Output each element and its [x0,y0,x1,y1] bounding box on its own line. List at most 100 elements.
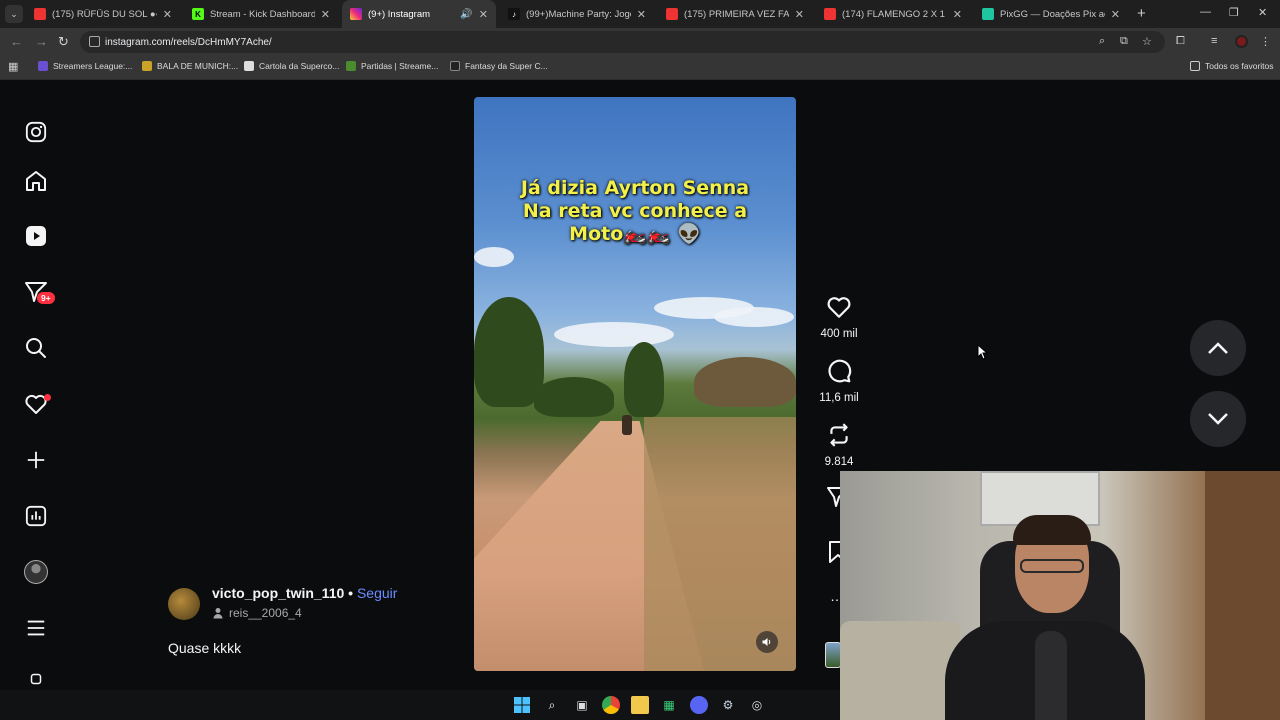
tab-search-button[interactable]: ⌄ [5,5,23,23]
palm-tree [474,297,544,407]
tab-kick[interactable]: K Stream - Kick Dashboard ✕ [184,0,338,28]
bookmark-item[interactable]: Fantasy da Super C... [450,61,548,71]
close-icon[interactable]: ✕ [321,8,330,21]
audio-thumbnail[interactable] [825,642,841,668]
comment-count: 11,6 mil [819,392,859,404]
hillside [694,357,796,407]
instagram-logo-icon[interactable] [22,118,50,146]
pixgg-icon [982,8,994,20]
window-close-icon[interactable]: ✕ [1258,6,1267,19]
microphone [1035,631,1067,720]
tab-rufus[interactable]: (175) RÜFÜS DU SOL ●● Innerbloom ✕ [26,0,180,28]
volume-button[interactable] [756,631,778,653]
tab-title: (175) RÜFÜS DU SOL ●● Innerbloom [52,8,157,20]
more-menu-icon[interactable] [22,614,50,642]
back-icon[interactable]: ← [10,34,23,49]
author-avatar[interactable] [168,588,200,620]
all-bookmarks-button[interactable]: Todos os favoritos [1190,61,1274,71]
audio-attribution[interactable]: reis__2006_4 [212,606,302,620]
profile-avatar[interactable] [1235,35,1248,48]
instagram-icon [350,8,362,20]
close-icon[interactable]: ✕ [1111,8,1120,21]
bookmark-item[interactable]: Streamers League:... [38,61,132,71]
tab-primeira-vez[interactable]: (175) PRIMEIRA VEZ FAZENDO ✕ [658,0,812,28]
kick-icon: K [192,8,204,20]
streamer-glasses [1020,559,1084,573]
repost-button[interactable]: 9.814 [816,422,862,468]
notification-dot [44,394,51,401]
reel-video[interactable]: Já dizia Ayrton Senna Na reta vc conhece… [474,97,796,671]
forward-icon[interactable]: → [35,34,48,49]
bookmark-icon [244,61,254,71]
bookmark-label: Cartola da Superco... [259,61,340,71]
browser-toolbar: ← → ↻ instagram.com/reels/DcHmMY7Ache/ ⌕… [0,28,1280,56]
site-info-icon[interactable] [89,36,100,47]
tab-title: (9+) Instagram [368,8,431,20]
next-reel-button[interactable] [1190,391,1246,447]
search-icon[interactable] [22,334,50,362]
windows-start-icon[interactable] [513,696,531,714]
menu-icon[interactable]: ⋮ [1260,35,1271,48]
bookmark-icon [450,61,460,71]
taskbar-search-icon[interactable]: ⌕ [543,696,561,714]
discord-icon[interactable] [690,696,708,714]
tab-title: (175) PRIMEIRA VEZ FAZENDO [684,8,789,20]
bookmark-star-icon[interactable]: ☆ [1142,35,1152,48]
app-icon[interactable]: ◎ [748,696,766,714]
close-icon[interactable]: ✕ [795,8,804,21]
install-app-icon[interactable]: ⧉ [1120,35,1128,48]
streamer-hair [1013,515,1091,545]
bush [534,377,614,417]
chevron-up-icon [1208,342,1228,354]
steam-icon[interactable]: ⚙ [719,696,737,714]
tiktok-icon: ♪ [508,8,520,20]
new-tab-button[interactable]: + [1137,5,1146,22]
create-plus-icon[interactable] [22,446,50,474]
profile-avatar-icon[interactable] [22,558,50,586]
previous-reel-button[interactable] [1190,320,1246,376]
person-icon [213,608,223,619]
reload-icon[interactable]: ↻ [58,34,69,50]
tab-flamengo[interactable]: (174) FLAMENGO 2 X 1 CRUZEIRO ✕ [816,0,970,28]
close-icon[interactable]: ✕ [637,8,646,21]
task-view-icon[interactable]: ▣ [573,696,591,714]
bookmark-icon [346,61,356,71]
chrome-icon[interactable] [602,696,620,714]
motorcycle-rider [622,415,632,435]
reels-icon[interactable] [22,222,50,250]
cloud [714,307,794,327]
comment-button[interactable]: 11,6 mil [816,358,862,404]
close-icon[interactable]: ✕ [479,8,488,21]
bookmark-label: Partidas | Streame... [361,61,439,71]
follow-button[interactable]: Seguir [357,585,397,601]
tab-title: (174) FLAMENGO 2 X 1 CRUZEIRO [842,8,947,20]
minimize-icon[interactable]: — [1200,6,1211,18]
apps-grid-icon[interactable]: ▦ [8,60,18,73]
dashboard-icon[interactable] [22,502,50,530]
tab-tiktok[interactable]: ♪ (99+)Machine Party: Jogo Diver ✕ [500,0,654,28]
bookmark-label: Streamers League:... [53,61,133,71]
file-explorer-icon[interactable] [631,696,649,714]
tab-pixgg[interactable]: PixGG — Doações Pix ao vivo p ✕ [974,0,1128,28]
heart-icon [827,297,851,318]
bookmark-item[interactable]: BALA DE MUNICH:... [142,61,238,71]
speaker-icon[interactable]: 🔊 [460,9,472,20]
url-text: instagram.com/reels/DcHmMY7Ache/ [105,36,272,48]
media-control-icon[interactable]: ≡ [1211,35,1217,47]
threads-icon[interactable] [22,668,50,690]
extensions-icon[interactable]: ⧠ [1176,35,1185,48]
webcam-overlay [840,471,1280,720]
address-bar[interactable]: instagram.com/reels/DcHmMY7Ache/ [80,31,1165,53]
restore-icon[interactable]: ❐ [1229,6,1239,19]
bookmark-item[interactable]: Partidas | Streame... [346,61,438,71]
bookmark-icon [38,61,48,71]
tab-instagram[interactable]: (9+) Instagram 🔊 ✕ [342,0,496,28]
home-icon[interactable] [22,167,50,195]
zoom-icon[interactable]: ⌕ [1099,35,1105,48]
excel-icon[interactable]: ▦ [660,696,678,714]
bookmark-item[interactable]: Cartola da Superco... [244,61,339,71]
author-username[interactable]: victo_pop_twin_110 [212,585,344,601]
close-icon[interactable]: ✕ [163,8,172,21]
like-button[interactable]: 400 mil [816,294,862,340]
close-icon[interactable]: ✕ [953,8,962,21]
